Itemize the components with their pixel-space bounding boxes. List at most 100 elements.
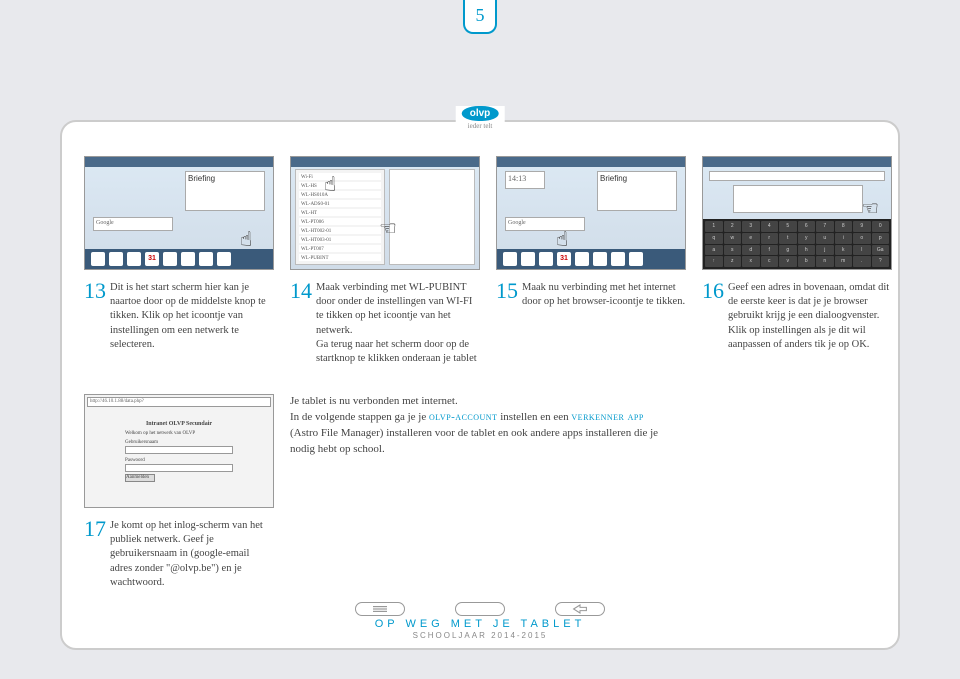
back-button [555, 602, 605, 616]
list-item: WL-PUBINT [299, 254, 381, 261]
menu-button [355, 602, 405, 616]
key: q [705, 233, 723, 244]
briefing-title: Briefing [188, 174, 215, 183]
key: 5 [779, 221, 797, 232]
key: n [816, 256, 834, 267]
logo: olvp ieder telt [456, 106, 505, 130]
step-14: Wi-Fi WL-HS WL-HS010A WL-ADS0-01 WL-HT W… [290, 156, 480, 366]
cont-post: (Astro File Manager) installeren voor de… [290, 427, 658, 455]
key: x [742, 256, 760, 267]
continuation-text: Je tablet is nu verbonden met internet. … [290, 394, 670, 458]
list-item: WL-PT007 [299, 245, 381, 252]
key: b [798, 256, 816, 267]
login-sub: Welkom op het netwerk van OLVP [125, 431, 233, 436]
step-13: Briefing Google 31 ☜ 13 Dit is het start… [84, 156, 274, 366]
briefing-title: Briefing [600, 174, 627, 183]
cont-mid: instellen en een [500, 411, 571, 423]
logo-tagline: ieder telt [468, 122, 493, 130]
list-item: WL-HT002-01 [299, 227, 381, 234]
logo-text: olvp [462, 106, 499, 121]
step-17: http://46.10.1.88/data.php?zone=zdin18&r… [84, 394, 274, 590]
step-text: Je komt op het inlog-scherm van het publ… [110, 518, 274, 590]
key: d [742, 245, 760, 256]
key: p [872, 233, 890, 244]
page-footer: OP WEG MET JE TABLET SCHOOLJAAR 2014-201… [62, 618, 898, 640]
key: w [724, 233, 742, 244]
dock: 31 [497, 249, 685, 269]
submit-button: Aanmelden [125, 474, 155, 482]
key: j [816, 245, 834, 256]
row-screenshots: Briefing Google 31 ☜ 13 Dit is het start… [84, 156, 876, 366]
list-item: WL-HT [299, 209, 381, 216]
username-field [125, 446, 233, 454]
key: f [761, 245, 779, 256]
key: y [798, 233, 816, 244]
key: . [853, 256, 871, 267]
step-number: 17 [84, 518, 106, 590]
home-button [455, 602, 505, 616]
step-text: Maak nu verbinding met het internet door… [522, 280, 686, 309]
screenshot-keyboard: 1234567890 qwertyuiop asdfghjklGa ↑zxcvb… [702, 156, 892, 270]
step-number: 14 [290, 280, 312, 366]
dock: 31 [85, 249, 273, 269]
key: z [724, 256, 742, 267]
footer-subtitle: SCHOOLJAAR 2014-2015 [62, 631, 898, 640]
login-heading: Intranet OLVP Secundair [125, 421, 233, 427]
page-number-badge: 5 [463, 0, 497, 34]
screenshot-home-1: Briefing Google 31 ☜ [84, 156, 274, 270]
key: 9 [853, 221, 871, 232]
clock-widget: 14:13 [505, 171, 545, 189]
key: m [835, 256, 853, 267]
calendar-icon: 31 [145, 252, 159, 266]
address-bar [709, 171, 885, 181]
pointer-icon: ☜ [549, 230, 574, 248]
footer-title: OP WEG MET JE TABLET [62, 618, 898, 630]
pointer-icon: ☜ [861, 196, 879, 221]
step-text: Dit is het start scherm hier kan je naar… [110, 280, 274, 352]
key: ↑ [705, 256, 723, 267]
key: 7 [816, 221, 834, 232]
step-number: 13 [84, 280, 106, 352]
screenshot-settings: Wi-Fi WL-HS WL-HS010A WL-ADS0-01 WL-HT W… [290, 156, 480, 270]
pointer-icon: ☜ [234, 230, 259, 248]
key: u [816, 233, 834, 244]
password-label: Paswoord [125, 458, 233, 463]
step-number: 16 [702, 280, 724, 352]
pointer-icon: ☜ [379, 216, 397, 241]
cont-pre: In de volgende stappen ga je je [290, 411, 429, 423]
key: 3 [742, 221, 760, 232]
step-15: 14:13 Briefing Google 31 ☜ 15 Maak nu ve… [496, 156, 686, 366]
highlight-olvp-account: olvp-account [429, 411, 498, 423]
key: s [724, 245, 742, 256]
key: o [853, 233, 871, 244]
on-screen-keyboard: 1234567890 qwertyuiop asdfghjklGa ↑zxcvb… [703, 219, 891, 269]
key: h [798, 245, 816, 256]
pointer-icon: ☜ [317, 175, 342, 193]
key: 4 [761, 221, 779, 232]
google-search: Google [93, 217, 173, 231]
calendar-icon: 31 [557, 252, 571, 266]
dialog [733, 185, 863, 213]
step-16: 1234567890 qwertyuiop asdfghjklGa ↑zxcvb… [702, 156, 892, 366]
row-screenshots-2: http://46.10.1.88/data.php?zone=zdin18&r… [84, 394, 876, 590]
list-item: WL-PT006 [299, 218, 381, 225]
key: Ga [872, 245, 890, 256]
content-card: olvp ieder telt Briefing Google 31 ☜ 13 … [60, 120, 900, 650]
username-label: Gebruikersnaam [125, 440, 233, 445]
key: 1 [705, 221, 723, 232]
key: i [835, 233, 853, 244]
key: ? [872, 256, 890, 267]
password-field [125, 464, 233, 472]
key: a [705, 245, 723, 256]
key: 0 [872, 221, 890, 232]
step-text: Geef een adres in bovenaan, omdat dit de… [728, 280, 892, 352]
key: g [779, 245, 797, 256]
step-number: 15 [496, 280, 518, 309]
list-item: WL-HT003-01 [299, 236, 381, 243]
key: v [779, 256, 797, 267]
key: 6 [798, 221, 816, 232]
tablet-nav-controls [355, 602, 605, 616]
cont-line1: Je tablet is nu verbonden met internet. [290, 395, 458, 407]
list-item: WL-ADS0-01 [299, 200, 381, 207]
key: r [761, 233, 779, 244]
